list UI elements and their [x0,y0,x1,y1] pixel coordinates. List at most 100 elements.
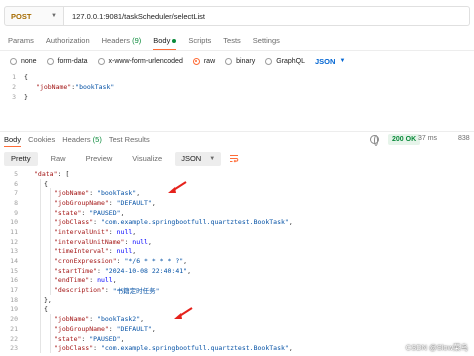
indent-guide [40,188,41,199]
code-line: 7 "jobName": "bookTask", [0,188,474,199]
code-line: 9 "state": "PAUSED", [0,207,474,218]
tab-settings[interactable]: Settings [253,34,280,50]
tab-tests[interactable]: Tests [223,34,241,50]
option-none[interactable]: none [10,57,37,65]
tab-body[interactable]: Body [153,34,177,50]
line-number: 6 [14,179,18,188]
indent-guide [40,207,41,218]
indent-guide [40,304,41,315]
line-number: 3 [12,93,16,101]
line-number: 12 [10,237,18,246]
response-time[interactable]: 37 ms [418,135,437,142]
line-number: 2 [12,83,16,91]
response-body-editor[interactable]: 5 "data": [6{7 "jobName": "bookTask", 8 "job… [0,169,474,356]
response-size[interactable]: 838 [458,135,470,142]
url-input[interactable]: 127.0.0.1:9081/taskScheduler/selectList [64,6,470,26]
json-key: "jobName" [54,315,90,324]
json-value: null [132,237,148,246]
response-format-dropdown[interactable]: JSON ▼ [175,151,222,166]
radio-icon [46,57,54,65]
resp-tab-body[interactable]: Body [4,133,22,147]
json-value: "DEFAULT" [116,198,152,207]
headers-count: (9) [132,36,142,45]
preview-button[interactable]: Preview [79,152,120,166]
indent-guide [40,333,41,344]
indent-guide [40,217,41,228]
line-number: 18 [10,295,18,304]
raw-button[interactable]: Raw [44,152,73,166]
json-key: "startTime" [54,266,98,275]
code-line: 22 "state": "PAUSED", [0,333,474,344]
line-number: 8 [14,198,18,207]
code-line: 1 { [0,72,474,82]
indent-guide [50,236,51,247]
indent-guide [50,207,51,218]
json-value: null [97,276,113,285]
watermark: CSDN @Slow菜鸟 [405,343,468,352]
code-line: 20 "jobName": "bookTask2", [0,314,474,324]
indent-guide [50,265,51,276]
request-body-editor[interactable]: 1 { 2 "jobName": "bookTask" 3 } [0,72,474,132]
indent-guide [40,265,41,276]
json-value: "书籍定时任务" [112,287,160,296]
code-text: }, [44,295,52,304]
tab-scripts[interactable]: Scripts [188,34,211,50]
json-value: "bookTask2" [97,315,141,324]
line-number: 21 [10,324,18,333]
code-text: { [24,73,28,81]
method-select[interactable]: POST ▼ [4,6,64,26]
resp-tab-headers[interactable]: Headers (5) [62,133,102,147]
indent-guide [40,246,41,257]
json-value: "bookTask" [97,189,137,198]
code-line: 13 "timeInterval": null, [0,246,474,257]
option-graphql[interactable]: GraphQL [265,57,305,65]
indent-guide [40,178,41,189]
resp-tab-test-results[interactable]: Test Results [109,133,150,147]
resp-headers-count: (5) [92,135,102,144]
visualize-button[interactable]: Visualize [125,152,169,166]
json-key: "cronExpression" [54,257,117,266]
json-key: "intervalUnit" [54,227,109,236]
pretty-button[interactable]: Pretty [4,151,38,166]
code-line: 5 "data": [ [0,169,474,179]
indent-guide [40,275,41,286]
wrap-lines-icon[interactable] [227,152,241,166]
json-key: "timeInterval" [54,247,109,256]
json-key: "jobGroupName" [54,324,109,333]
method-label: POST [11,11,32,21]
indent-guide [50,314,51,324]
resp-tab-cookies[interactable]: Cookies [28,133,55,147]
line-number: 19 [10,305,18,314]
line-number: 15 [10,266,18,275]
status-badge[interactable]: 200 OK [388,134,421,145]
radio-icon [10,57,17,65]
chevron-down-icon: ▼ [339,58,346,64]
code-line: 6{ [0,178,474,189]
body-indicator-dot [172,39,177,44]
option-binary[interactable]: binary [225,57,255,65]
tab-authorization[interactable]: Authorization [46,34,90,50]
json-value: "PAUSED" [89,208,121,217]
indent-guide [40,236,41,247]
line-number: 20 [10,315,18,324]
json-key: "state" [54,334,82,343]
json-key: "jobName" [54,189,90,198]
code-line: 23 "jobClass": "com.example.springbootful… [0,343,474,354]
indent-guide [50,188,51,199]
tab-headers[interactable]: Headers (9) [102,34,142,50]
json-key: "jobName" [36,83,72,91]
option-raw[interactable]: raw [192,57,215,65]
line-number: 11 [10,227,18,236]
line-number: 13 [10,247,18,256]
globe-icon[interactable] [370,135,379,146]
indent-guide [50,343,51,354]
json-value: [ [65,169,70,178]
json-key: "jobGroupName" [54,198,109,207]
option-form-data[interactable]: form-data [46,57,88,65]
tab-params[interactable]: Params [8,34,34,50]
option-urlencoded[interactable]: x-www-form-urlencoded [97,57,183,65]
indent-guide [50,324,51,334]
json-value: "com.example.springbootfull.quartztest.B… [100,218,289,227]
body-format-dropdown[interactable]: JSON ▼ [315,57,345,66]
code-line: 17 "description": "书籍定时任务" [0,285,474,295]
